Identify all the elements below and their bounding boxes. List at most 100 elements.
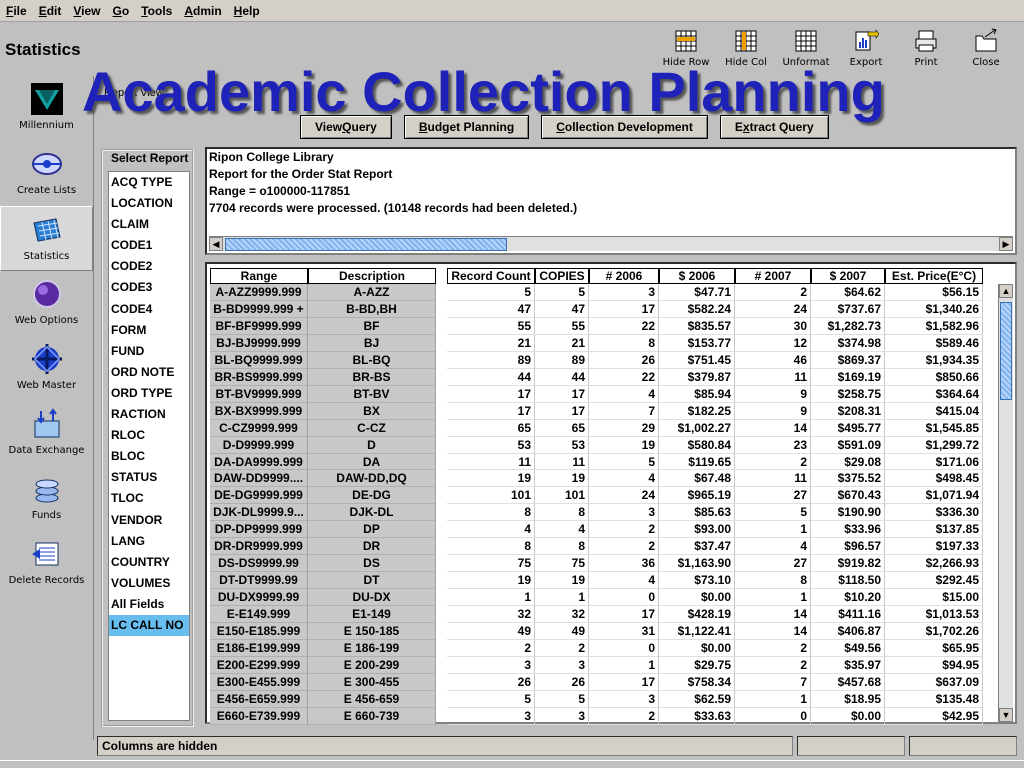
column-header[interactable]: Range [210,268,308,284]
report-list-item[interactable]: CODE2 [109,256,189,277]
report-list-item[interactable]: ACQ TYPE [109,172,189,193]
report-list-item[interactable]: LANG [109,531,189,552]
column-header[interactable]: $ 2006 [659,268,735,284]
column-header[interactable]: Record Count [447,268,535,284]
menu-admin[interactable]: Admin [178,4,227,18]
table-row[interactable]: DU-DX9999.99 DU-DX [210,589,436,607]
sidebar-item-data-exchange[interactable]: Data Exchange [0,401,93,466]
table-row[interactable]: DJK-DL9999.9... DJK-DL [210,504,436,522]
table-row[interactable]: BX-BX9999.999 BX [210,402,436,420]
table-row[interactable]: DAW-DD9999.... DAW-DD,DQ [210,470,436,488]
table-row[interactable]: 4 4 2 $93.00 1 $33.96 $137.85 [447,521,987,539]
table-row[interactable]: DE-DG9999.999 DE-DG [210,487,436,505]
sidebar-item-web-master[interactable]: Web Master [0,336,93,401]
scroll-down-icon[interactable]: ▼ [999,708,1013,722]
table-row[interactable]: 101 101 24 $965.19 27 $670.43 $1,071.94 [447,487,987,505]
column-header[interactable]: # 2006 [589,268,659,284]
report-list-item[interactable]: CODE1 [109,235,189,256]
sidebar-item-create-lists[interactable]: Create Lists [0,141,93,206]
table-row[interactable]: BJ-BJ9999.999 BJ [210,334,436,352]
table-row[interactable]: E456-E659.999 E 456-659 [210,690,436,708]
report-list-item[interactable]: VENDOR [109,510,189,531]
column-header[interactable]: # 2007 [735,268,811,284]
report-list-item[interactable]: COUNTRY [109,552,189,573]
report-list-item[interactable]: VOLUMES [109,573,189,594]
menu-edit[interactable]: Edit [33,4,68,18]
menu-view[interactable]: View [67,4,106,18]
table-row[interactable]: 26 26 17 $758.34 7 $457.68 $637.09 [447,673,987,691]
report-list-item[interactable]: RACTION [109,404,189,425]
table-row[interactable]: 65 65 29 $1,002.27 14 $495.77 $1,545.85 [447,419,987,437]
column-header[interactable]: $ 2007 [811,268,885,284]
report-list-item[interactable]: LOCATION [109,193,189,214]
table-row[interactable]: 3 3 1 $29.75 2 $35.97 $94.95 [447,656,987,674]
table-row[interactable]: 17 17 4 $85.94 9 $258.75 $364.64 [447,385,987,403]
vertical-scrollbar[interactable]: ▲ ▼ [998,284,1013,722]
report-list[interactable]: ACQ TYPE LOCATION CLAIM CODE1 CODE2 CODE3 CODE… [108,171,190,721]
table-row[interactable]: 44 44 22 $379.87 11 $169.19 $850.66 [447,368,987,386]
horizontal-scrollbar[interactable]: ◀ ▶ [209,236,1013,251]
table-row[interactable]: 19 19 4 $67.48 11 $375.52 $498.45 [447,470,987,488]
table-row[interactable]: 21 21 8 $153.77 12 $374.98 $589.46 [447,334,987,352]
report-list-item[interactable]: ORD NOTE [109,362,189,383]
table-row[interactable]: 17 17 7 $182.25 9 $208.31 $415.04 [447,402,987,420]
sidebar-item-statistics[interactable]: Statistics [0,206,93,271]
report-list-item[interactable]: CODE4 [109,299,189,320]
table-row[interactable]: D-D9999.999 D [210,436,436,454]
report-list-item[interactable]: FORM [109,320,189,341]
report-list-item[interactable]: LC CALL NO [109,614,189,637]
table-row[interactable]: 89 89 26 $751.45 46 $869.37 $1,934.35 [447,351,987,369]
menu-tools[interactable]: Tools [135,4,178,18]
table-row[interactable]: BF-BF9999.999 BF [210,317,436,335]
table-row[interactable]: 8 8 2 $37.47 4 $96.57 $197.33 [447,538,987,556]
report-list-item[interactable]: ORD TYPE [109,383,189,404]
scroll-up-icon[interactable]: ▲ [999,284,1013,298]
scroll-left-icon[interactable]: ◀ [209,237,223,251]
menu-go[interactable]: Go [107,4,136,18]
table-row[interactable]: DS-DS9999.99 DS [210,555,436,573]
menu-file[interactable]: File [0,4,33,18]
column-header[interactable]: Est. Price(E°C) [885,268,983,284]
table-row[interactable]: 47 47 17 $582.24 24 $737.67 $1,340.26 [447,300,987,318]
report-list-item[interactable]: CODE3 [109,277,189,298]
table-row[interactable]: 5 5 3 $47.71 2 $64.62 $56.15 [447,284,987,301]
horizontal-scroll-thumb[interactable] [225,238,507,251]
report-list-item[interactable]: STATUS [109,467,189,488]
table-row[interactable]: 49 49 31 $1,122.41 14 $406.87 $1,702.26 [447,623,987,641]
sidebar-item-millennium[interactable]: Millennium [0,76,93,141]
menu-help[interactable]: Help [228,4,266,18]
report-list-item[interactable]: FUND [109,341,189,362]
table-row[interactable]: DT-DT9999.99 DT [210,572,436,590]
table-row[interactable]: B-BD9999.999 + B-BD,BH [210,300,436,318]
table-row[interactable]: 75 75 36 $1,163.90 27 $919.82 $2,266.93 [447,555,987,573]
table-row[interactable]: E-E149.999 E1-149 [210,606,436,624]
table-row[interactable]: DA-DA9999.999 DA [210,453,436,471]
table-row[interactable]: 19 19 4 $73.10 8 $118.50 $292.45 [447,572,987,590]
table-row[interactable]: C-CZ9999.999 C-CZ [210,419,436,437]
sidebar-item-funds[interactable]: Funds [0,466,93,531]
table-row[interactable]: 8 8 3 $85.63 5 $190.90 $336.30 [447,504,987,522]
table-row[interactable]: 2 2 0 $0.00 2 $49.56 $65.95 [447,640,987,657]
table-row[interactable]: 1 1 0 $0.00 1 $10.20 $15.00 [447,589,987,607]
table-row[interactable]: 55 55 22 $835.57 30 $1,282.73 $1,582.96 [447,317,987,335]
print-button[interactable]: Print [896,25,956,71]
column-header[interactable]: Description [308,268,436,284]
sidebar-item-delete-records[interactable]: Delete Records [0,531,93,596]
table-row[interactable]: DP-DP9999.999 DP [210,521,436,539]
report-list-item[interactable]: BLOC [109,446,189,467]
table-row[interactable]: BL-BQ9999.999 BL-BQ [210,351,436,369]
vertical-scroll-thumb[interactable] [1000,302,1012,400]
table-row[interactable]: 11 11 5 $119.65 2 $29.08 $171.06 [447,453,987,471]
table-row[interactable]: E300-E455.999 E 300-455 [210,673,436,691]
report-list-item[interactable]: TLOC [109,488,189,509]
table-row[interactable]: E150-E185.999 E 150-185 [210,623,436,641]
table-row[interactable]: 32 32 17 $428.19 14 $411.16 $1,013.53 [447,606,987,624]
table-row[interactable]: 5 5 3 $62.59 1 $18.95 $135.48 [447,690,987,708]
table-row[interactable]: 53 53 19 $580.84 23 $591.09 $1,299.72 [447,436,987,454]
sidebar-item-web-options[interactable]: Web Options [0,271,93,336]
report-list-item[interactable]: CLAIM [109,214,189,235]
table-row[interactable]: E200-E299.999 E 200-299 [210,656,436,674]
table-row[interactable]: A-AZZ9999.999 A-AZZ [210,284,436,301]
table-row[interactable]: E660-E739.999 E 660-739 [210,707,436,725]
table-row[interactable]: BR-BS9999.999 BR-BS [210,368,436,386]
